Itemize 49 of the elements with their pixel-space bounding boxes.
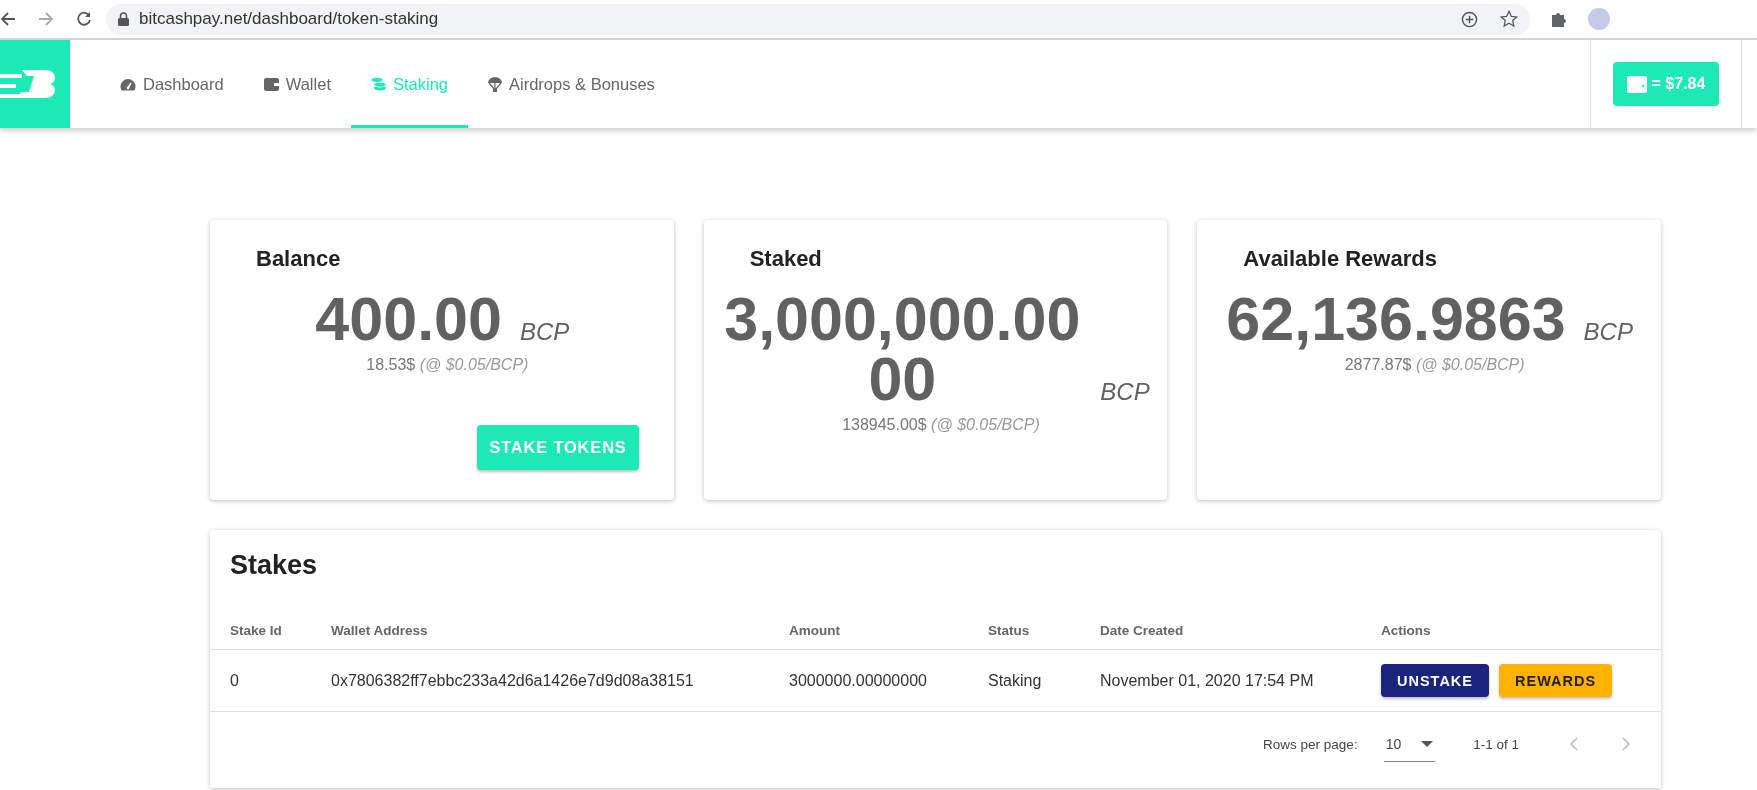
rows-per-page-select[interactable]: 10 xyxy=(1383,726,1436,762)
back-arrow-icon[interactable] xyxy=(0,11,16,27)
reload-icon[interactable] xyxy=(76,11,92,27)
table-cell: 0x7806382ff7ebbc233a42d6a1426e7d9d08a38151 xyxy=(331,650,789,712)
nav-tab[interactable]: Wallet xyxy=(243,40,351,128)
currency-unit: BCP xyxy=(1100,377,1150,405)
page-range: 1-1 of 1 xyxy=(1473,736,1519,752)
currency-unit: BCP xyxy=(1583,318,1633,345)
column-header: Amount xyxy=(789,611,988,650)
currency-unit: BCP xyxy=(519,318,570,345)
usd-value: 2877.87$ xyxy=(1344,355,1412,373)
card-title: Balance xyxy=(256,246,342,272)
amount-value: 62,136.9863 xyxy=(1226,290,1566,350)
gauge-icon xyxy=(120,77,136,91)
table-cell: November 01, 2020 17:54 PM xyxy=(1100,650,1381,712)
table-cell: 3000000.00000000 xyxy=(789,650,988,712)
action-button[interactable]: UNSTAKE xyxy=(1381,664,1489,697)
caret-icon xyxy=(1421,740,1434,747)
lock-icon xyxy=(118,12,129,26)
column-header: Stake Id xyxy=(210,611,331,650)
exchange-rate: (@ $0.05/BCP) xyxy=(1415,355,1525,373)
zoom-icon[interactable] xyxy=(1461,10,1478,28)
url-text: bitcashpay.net/dashboard/token-staking xyxy=(139,9,439,29)
section-title: Stakes xyxy=(229,549,319,581)
column-header: Actions xyxy=(1381,611,1661,650)
action-button[interactable]: REWARDS xyxy=(1499,664,1613,697)
table-cell: 0 xyxy=(210,650,331,712)
coins-icon xyxy=(370,77,386,91)
amount-value: 400.00 xyxy=(315,290,502,350)
card-title: Staked xyxy=(749,246,823,272)
wallet-icon xyxy=(263,77,279,91)
parachute-icon xyxy=(488,76,502,92)
exchange-rate: (@ $0.05/BCP) xyxy=(419,355,529,373)
rows-per-page-label: Rows per page: xyxy=(1263,736,1358,752)
nav-tab[interactable]: Airdrops & Bonuses xyxy=(468,40,675,128)
usd-value: 18.53$ xyxy=(366,355,416,373)
puzzle-icon[interactable] xyxy=(1550,10,1568,28)
column-header: Status xyxy=(988,611,1100,650)
card-title: Available Rewards xyxy=(1243,246,1438,272)
exchange-rate: (@ $0.05/BCP) xyxy=(931,415,1040,433)
nav-tab[interactable]: Dashboard xyxy=(100,40,244,128)
column-header: Date Created xyxy=(1100,611,1381,650)
address-bar[interactable]: bitcashpay.net/dashboard/token-staking xyxy=(106,3,1530,35)
column-header: Wallet Address xyxy=(331,611,789,650)
table-cell: Staking xyxy=(988,650,1100,712)
wallet-icon xyxy=(1626,75,1647,93)
star-icon[interactable] xyxy=(1500,10,1518,28)
amount-value: 3,000,000.0000 xyxy=(723,290,1082,410)
usd-value: 138945.00$ xyxy=(842,415,927,433)
